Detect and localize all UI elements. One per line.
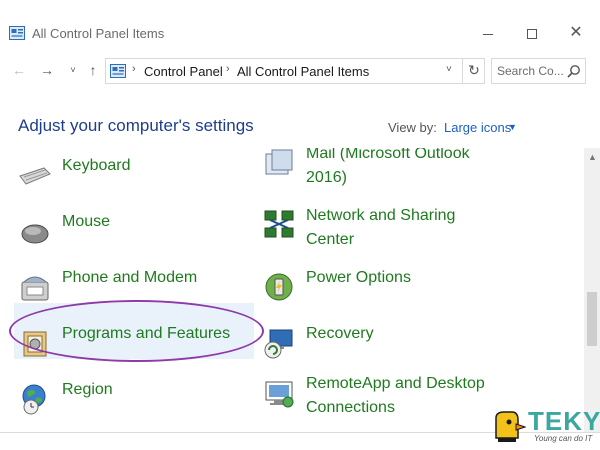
close-icon: ✕ (569, 24, 583, 41)
navigation-bar: ← → ˅ ↑ › Control Panel › All Control Pa… (0, 54, 600, 86)
item-keyboard[interactable]: Keyboard (18, 154, 258, 204)
view-by-dropdown[interactable]: Large icons (444, 120, 511, 135)
item-region[interactable]: Region (18, 378, 258, 428)
maximize-icon (527, 29, 537, 40)
item-remoteapp[interactable]: RemoteApp and Desktop Connections (262, 372, 502, 422)
recent-locations-button[interactable]: ˅ (64, 61, 82, 79)
item-mouse[interactable]: Mouse (18, 210, 258, 260)
recovery-icon (264, 329, 293, 359)
duck-logo-icon (495, 411, 526, 442)
arrow-up-icon: ↑ (89, 62, 97, 78)
highlight-oval (9, 300, 264, 362)
address-bar[interactable]: › Control Panel › All Control Panel Item… (105, 58, 485, 84)
arrow-left-icon: ← (12, 62, 26, 78)
maximize-button[interactable] (518, 22, 546, 44)
logo-text: TEKY (528, 406, 600, 436)
search-input[interactable] (497, 63, 563, 79)
item-recovery[interactable]: Recovery (262, 322, 502, 372)
control-panel-icon (110, 64, 126, 78)
search-icon[interactable] (567, 64, 581, 78)
search-box[interactable] (491, 58, 586, 84)
item-mail[interactable]: Mail (Microsoft Outlook 2016) (262, 148, 502, 192)
chevron-right-icon[interactable]: › (132, 63, 136, 75)
teky-logo: TEKY Young can do IT (482, 404, 600, 448)
chevron-right-icon[interactable]: › (226, 63, 230, 75)
chevron-down-icon[interactable]: ˅ (446, 64, 452, 75)
refresh-icon: ↻ (468, 62, 480, 78)
item-label[interactable]: Mail (Microsoft Outlook 2016) (306, 148, 506, 190)
control-panel-window: All Control Panel Items ✕ ← → ˅ ↑ › Cont… (0, 0, 600, 450)
item-label[interactable]: Region (62, 378, 262, 402)
keyboard-icon (19, 167, 51, 185)
forward-button[interactable]: → (38, 61, 56, 79)
window-title: All Control Panel Items (32, 26, 165, 41)
item-label[interactable]: Network and Sharing Center (306, 204, 506, 252)
caret-down-icon[interactable]: ▼ (508, 122, 517, 132)
item-label[interactable]: RemoteApp and Desktop Connections (306, 372, 506, 420)
view-by-label: View by: (388, 120, 437, 135)
item-label[interactable]: Power Options (306, 266, 506, 290)
item-label[interactable]: Phone and Modem (62, 266, 262, 290)
mail-icon (265, 149, 293, 175)
close-button[interactable]: ✕ (562, 22, 590, 44)
remoteapp-icon (265, 381, 294, 408)
breadcrumb-control-panel[interactable]: Control Panel (144, 64, 223, 79)
up-button[interactable]: ↑ (84, 61, 102, 79)
power-options-icon (265, 273, 293, 301)
scrollbar-thumb[interactable] (587, 292, 597, 346)
item-label[interactable]: Mouse (62, 210, 262, 234)
breadcrumb-all-items[interactable]: All Control Panel Items (237, 64, 369, 79)
page-title: Adjust your computer's settings (18, 116, 254, 135)
item-power-options[interactable]: Power Options (262, 266, 502, 316)
logo-tagline: Young can do IT (534, 434, 593, 443)
chevron-down-icon: ˅ (70, 65, 76, 75)
item-label[interactable]: Keyboard (62, 154, 262, 178)
item-network-sharing[interactable]: Network and Sharing Center (262, 204, 502, 254)
arrow-right-icon: → (40, 62, 54, 78)
vertical-scrollbar[interactable]: ▲ (584, 148, 600, 432)
control-panel-icon (9, 26, 25, 40)
scroll-up-icon[interactable]: ▲ (588, 152, 597, 162)
network-sharing-icon (264, 210, 294, 238)
region-icon (22, 384, 46, 415)
mouse-icon (21, 224, 49, 244)
item-label[interactable]: Recovery (306, 322, 506, 346)
minimize-icon (483, 33, 493, 35)
refresh-button[interactable]: ↻ (462, 58, 485, 84)
title-bar: All Control Panel Items ✕ (0, 0, 600, 50)
items-panel: Keyboard Mouse Phone and Modem Programs … (0, 148, 584, 432)
minimize-button[interactable] (474, 22, 502, 44)
phone-modem-icon (21, 276, 49, 301)
back-button[interactable]: ← (10, 61, 28, 79)
